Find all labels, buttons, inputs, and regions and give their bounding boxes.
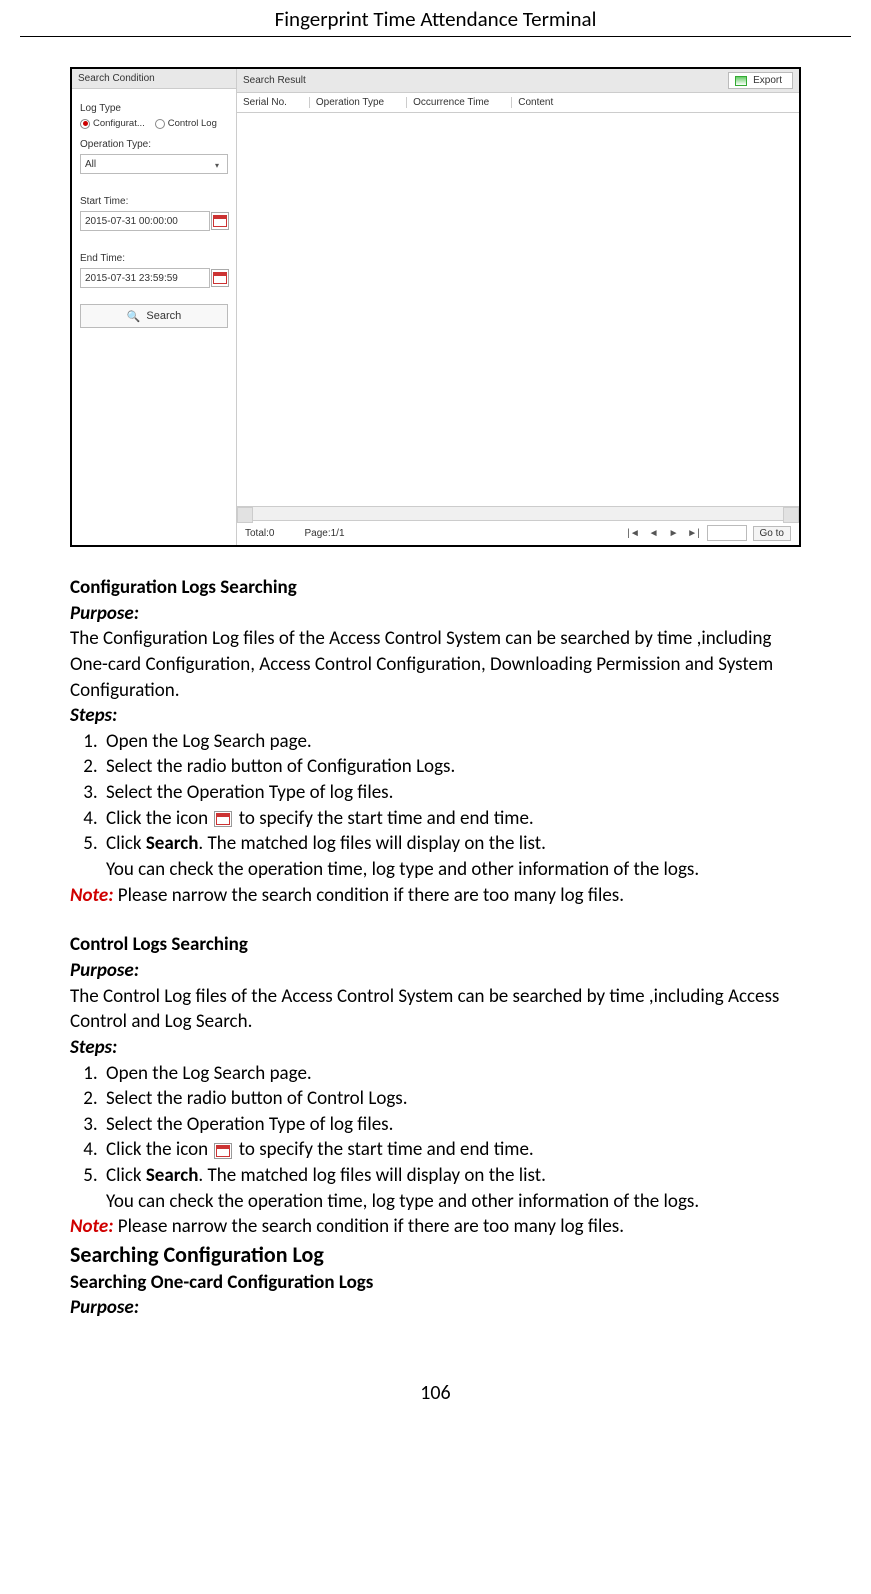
operation-type-label: Operation Type: — [80, 139, 228, 150]
calendar-icon[interactable] — [211, 269, 229, 287]
steps-label: Steps: — [70, 703, 801, 729]
section-heading: Control Logs Searching — [70, 932, 801, 958]
start-time-input[interactable]: 2015-07-31 00:00:00 — [80, 211, 210, 231]
end-time-label: End Time: — [80, 253, 228, 264]
pager-total: Total:0 — [245, 528, 274, 539]
step-item: Select the Operation Type of log files. — [102, 780, 801, 806]
end-time-input[interactable]: 2015-07-31 23:59:59 — [80, 268, 210, 288]
col-content: Content — [511, 97, 553, 108]
chevron-down-icon: ▾ — [210, 158, 224, 172]
step-item: Click the icon to specify the start time… — [102, 806, 801, 832]
note-line: Note: Please narrow the search condition… — [70, 883, 801, 909]
search-condition-panel: Search Condition Log Type Configurat... … — [72, 69, 237, 545]
note-line: Note: Please narrow the search condition… — [70, 1214, 801, 1240]
log-search-ui: Search Condition Log Type Configurat... … — [70, 67, 801, 547]
col-serial: Serial No. — [243, 97, 287, 108]
pager-page: Page:1/1 — [304, 528, 344, 539]
horizontal-scrollbar[interactable] — [237, 506, 799, 520]
col-time: Occurrence Time — [406, 97, 489, 108]
calendar-icon — [214, 1143, 232, 1159]
page-title: Fingerprint Time Attendance Terminal — [20, 0, 851, 37]
search-button[interactable]: 🔍 Search — [80, 304, 228, 328]
prev-page-button[interactable]: ◄ — [647, 528, 661, 539]
step-item: Click the icon to specify the start time… — [102, 1137, 801, 1163]
export-button[interactable]: Export — [728, 72, 793, 89]
purpose-label: Purpose: — [70, 1295, 801, 1321]
pager: Total:0 Page:1/1 |◄ ◄ ► ►| Go to — [237, 520, 799, 545]
radio-icon — [155, 119, 165, 129]
purpose-label: Purpose: — [70, 958, 801, 984]
page-number: 106 — [70, 1381, 801, 1405]
step-item: Open the Log Search page. — [102, 1061, 801, 1087]
radio-icon — [80, 119, 90, 129]
radio-config-log[interactable]: Configurat... — [80, 118, 145, 129]
step-item: Select the radio button of Configuration… — [102, 754, 801, 780]
body-text: The Control Log files of the Access Cont… — [70, 984, 801, 1035]
purpose-label: Purpose: — [70, 601, 801, 627]
last-page-button[interactable]: ►| — [687, 528, 701, 539]
calendar-icon — [214, 811, 232, 827]
step-item: Select the radio button of Control Logs. — [102, 1086, 801, 1112]
radio-control-log[interactable]: Control Log — [155, 118, 217, 129]
export-icon — [735, 76, 747, 86]
start-time-label: Start Time: — [80, 196, 228, 207]
col-operation: Operation Type — [309, 97, 384, 108]
search-result-title: Search Result — [243, 75, 306, 86]
table-header: Serial No. Operation Type Occurrence Tim… — [237, 93, 799, 113]
next-page-button[interactable]: ► — [667, 528, 681, 539]
first-page-button[interactable]: |◄ — [627, 528, 641, 539]
table-body — [237, 113, 799, 506]
section-heading: Configuration Logs Searching — [70, 575, 801, 601]
search-icon: 🔍 — [127, 310, 141, 323]
operation-type-select[interactable]: All ▾ — [80, 154, 228, 174]
step-item: Open the Log Search page. — [102, 729, 801, 755]
section-heading: Searching Configuration Log — [70, 1240, 801, 1270]
step-item: Click Search. The matched log files will… — [102, 1163, 801, 1214]
log-type-label: Log Type — [80, 103, 228, 114]
sub-heading: Searching One-card Configuration Logs — [70, 1270, 801, 1296]
calendar-icon[interactable] — [211, 212, 229, 230]
page-input[interactable] — [707, 525, 747, 541]
step-item: Select the Operation Type of log files. — [102, 1112, 801, 1138]
step-item: Click Search. The matched log files will… — [102, 831, 801, 882]
goto-button[interactable]: Go to — [753, 526, 791, 541]
search-condition-title: Search Condition — [72, 69, 236, 89]
search-result-panel: Search Result Export Serial No. Operatio… — [237, 69, 799, 545]
body-text: The Configuration Log files of the Acces… — [70, 626, 801, 703]
steps-label: Steps: — [70, 1035, 801, 1061]
